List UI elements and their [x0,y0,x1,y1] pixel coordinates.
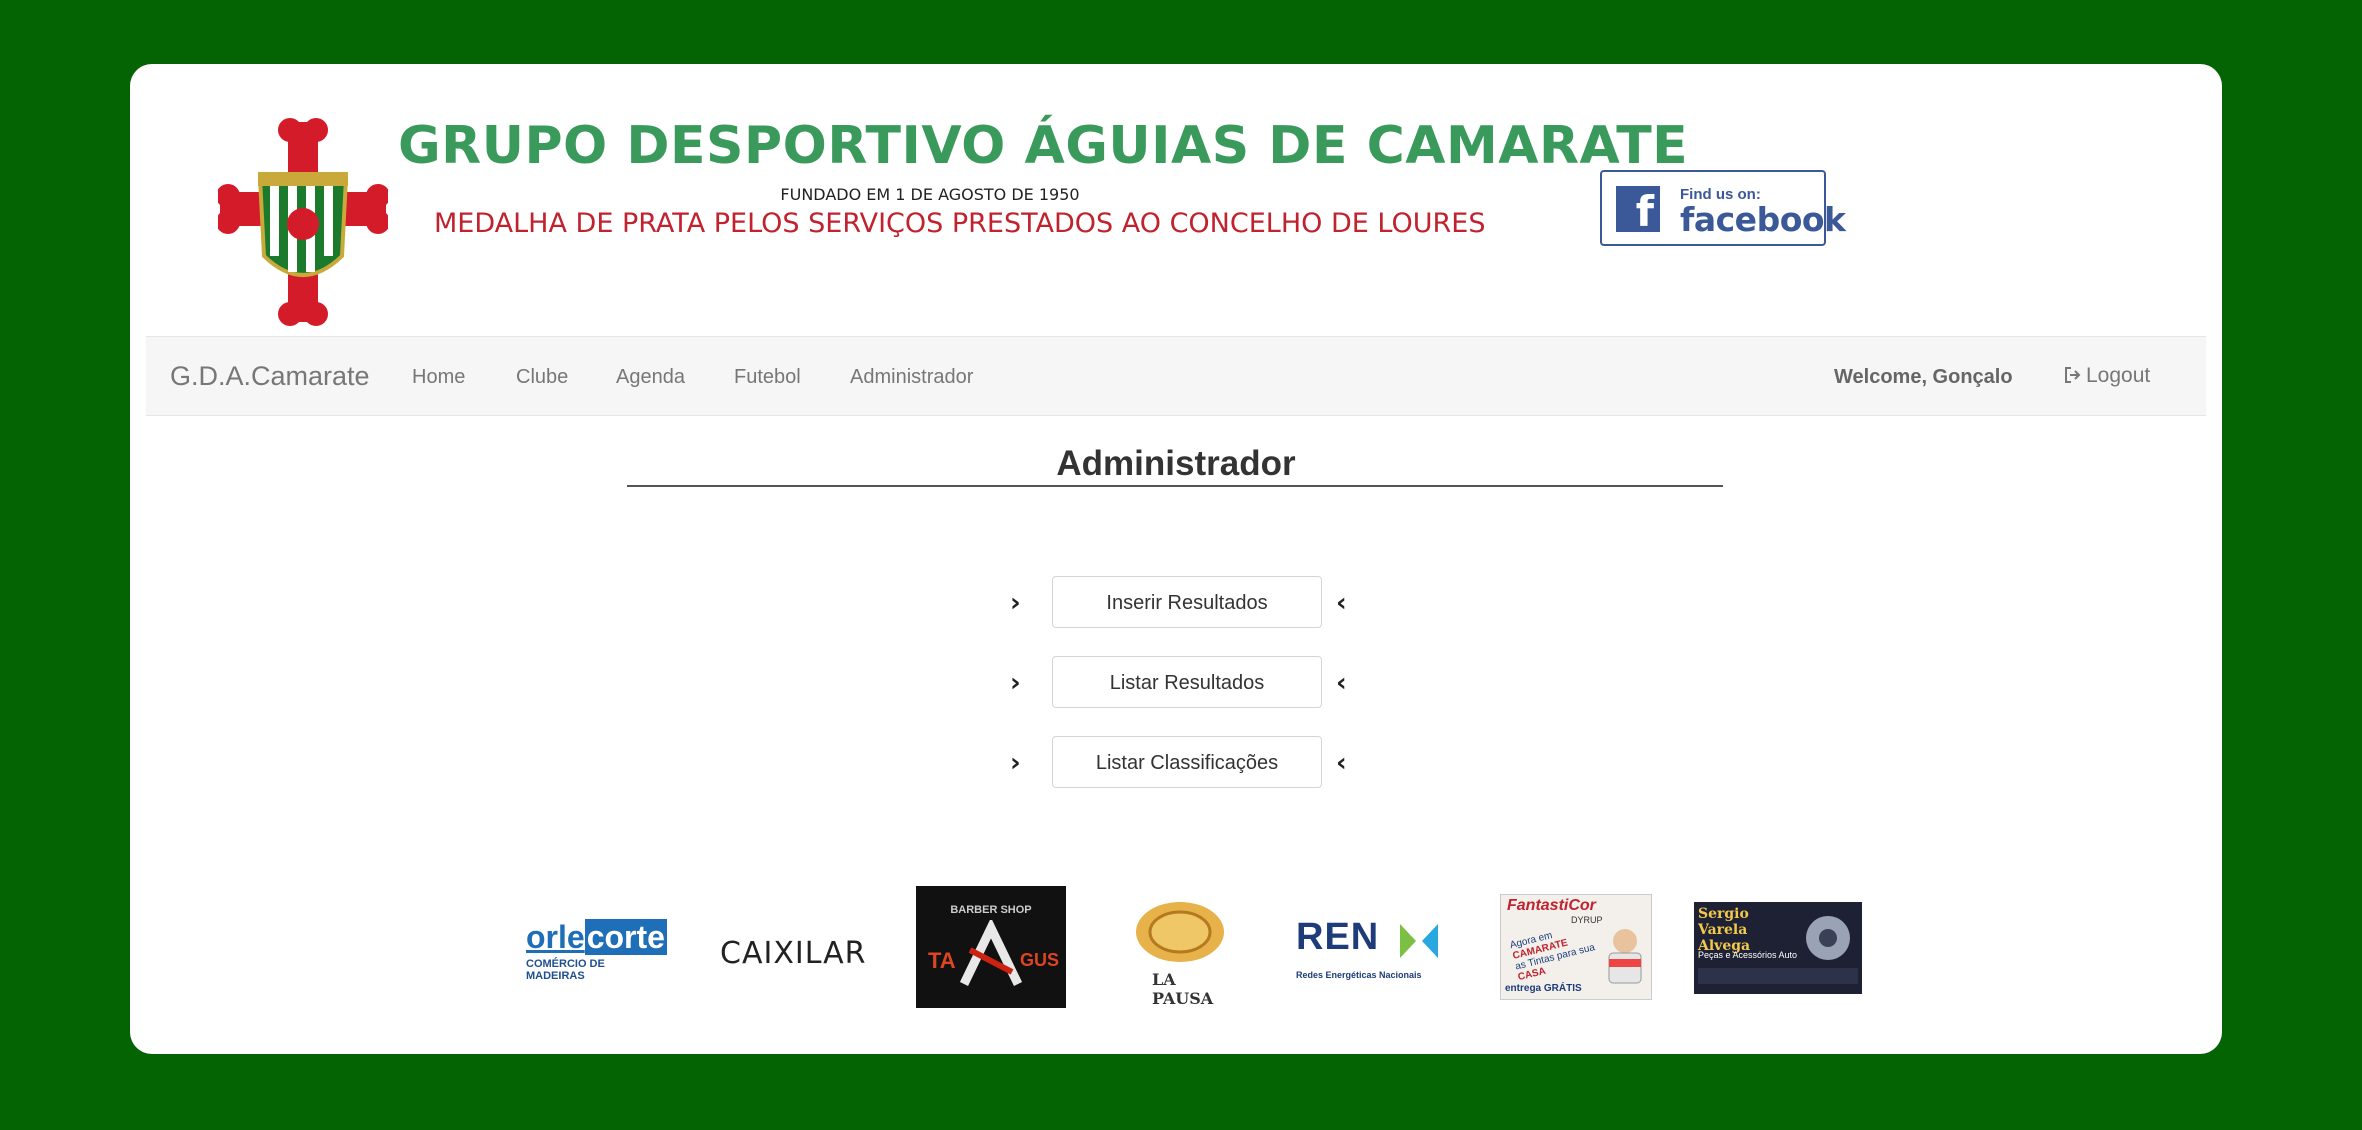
logout-icon [2065,367,2081,383]
sponsor-sergio-varela-logo[interactable]: Sergio Varela Alvega Peças e Acessórios … [1694,902,1862,994]
logout-label: Logout [2086,364,2151,387]
inserir-resultados-button[interactable]: Inserir Resultados [1052,576,1322,628]
title-divider [627,485,1723,487]
la-pausa-emblem-icon [1136,902,1224,962]
nav-link-agenda[interactable]: Agenda [616,366,685,389]
welcome-user-text: Welcome, Gonçalo [1834,366,2013,388]
sponsor-tagus-barber-logo[interactable]: BARBER SHOP TA GUS [916,886,1066,1008]
chevron-right-icon: › [1010,748,1021,778]
chevron-right-icon: › [1010,588,1021,618]
orlecorte-subtitle: COMÉRCIO DE MADEIRAS [526,958,605,982]
fantasticor-footer: entrega GRÁTIS [1505,983,1582,994]
sponsor-ren-logo[interactable]: REN Redes Energéticas Nacionais [1296,916,1442,986]
club-title: GRUPO DESPORTIVO ÁGUIAS DE CAMARATE [398,116,1689,176]
nav-link-administrador[interactable]: Administrador [850,366,973,389]
listar-resultados-button[interactable]: Listar Resultados [1052,656,1322,708]
club-medal-subtitle: MEDALHA DE PRATA PELOS SERVIÇOS PRESTADO… [434,208,1486,239]
top-navbar: G.D.A.Camarate Home Clube Agenda Futebol… [146,336,2206,416]
club-crest-logo [218,118,388,326]
tagus-left-text: TA [928,948,956,973]
nav-link-home[interactable]: Home [412,366,465,389]
auto-parts-icon [1806,916,1850,960]
paint-can-mascot-icon [1608,929,1642,984]
sponsor-fantasticor-logo[interactable]: FantastiCor DYRUP Agora em CAMARATE as T… [1500,894,1652,1000]
tagus-top-text: BARBER SHOP [950,904,1032,916]
sergio-name: Sergio Varela Alvega [1698,906,1751,954]
facebook-icon: f [1616,186,1660,232]
la-pausa-name: LA PAUSA [1152,970,1214,1008]
caixilar-name: CAIXILAR [720,936,867,971]
facebook-wordmark: facebook [1680,200,1846,239]
sergio-contact-strip [1698,968,1858,984]
orlecorte-name-a: orle [526,919,585,955]
sponsor-la-pausa-logo[interactable]: LA PAUSA [1130,898,1230,1008]
chevron-left-icon: ‹ [1336,588,1347,618]
tagus-right-text: GUS [1020,950,1060,970]
action-row-inserir-resultados: › Inserir Resultados ‹ [1010,576,1350,630]
facebook-badge-link[interactable]: f Find us on: facebook [1600,170,1846,246]
orlecorte-name-b: corte [584,919,667,955]
scissors-icon [959,920,1023,986]
chevron-left-icon: ‹ [1336,668,1347,698]
ren-mark-icon [1400,924,1438,958]
page-title: Administrador [1056,444,1296,483]
logout-link[interactable]: Logout [2064,364,2150,388]
club-founded-date: FUNDADO EM 1 DE AGOSTO DE 1950 [780,185,1080,204]
nav-link-futebol[interactable]: Futebol [734,366,801,389]
ren-subtitle: Redes Energéticas Nacionais [1296,970,1422,980]
navbar-brand[interactable]: G.D.A.Camarate [170,361,370,392]
chevron-right-icon: › [1010,668,1021,698]
chevron-left-icon: ‹ [1336,748,1347,778]
sergio-subtitle: Peças e Acessórios Auto [1698,950,1798,960]
action-row-listar-classificacoes: › Listar Classificações ‹ [1010,736,1350,790]
listar-classificacoes-button[interactable]: Listar Classificações [1052,736,1322,788]
sponsor-caixilar-logo[interactable]: CAIXILAR [720,936,867,971]
action-row-listar-resultados: › Listar Resultados ‹ [1010,656,1350,710]
nav-link-clube[interactable]: Clube [516,366,568,389]
sponsor-orlecorte-logo[interactable]: orlecorte COMÉRCIO DE MADEIRAS [526,919,667,982]
main-card: GRUPO DESPORTIVO ÁGUIAS DE CAMARATE FUND… [130,64,2222,1054]
ren-name: REN [1296,916,1380,958]
